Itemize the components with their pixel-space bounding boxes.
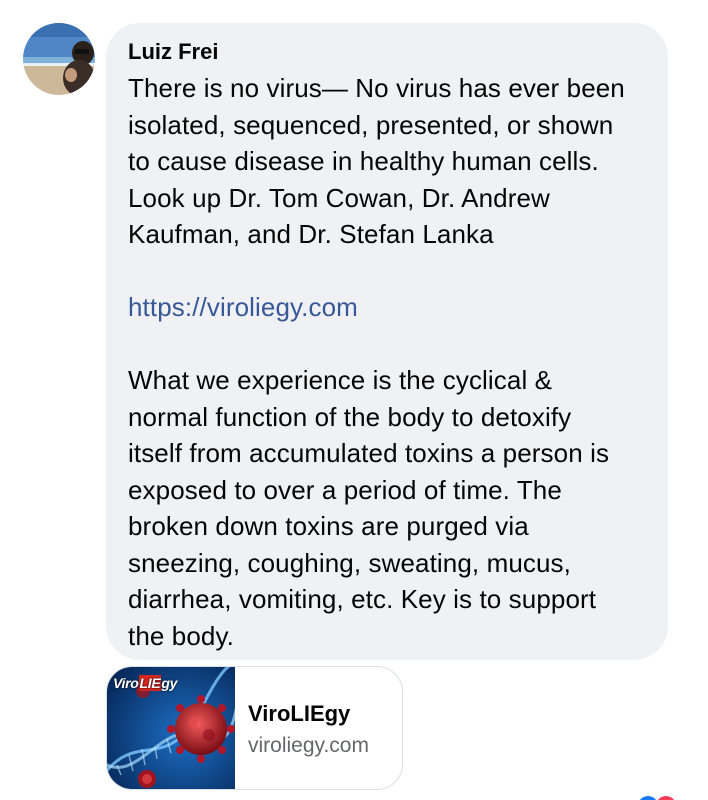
link-preview-title[interactable]: ViroLIEgy (248, 701, 350, 727)
link-preview-card[interactable]: ViroLIEgy ViroLIEgy viroliegy.com (106, 666, 403, 790)
comment-author[interactable]: Luiz Frei (128, 39, 648, 65)
comment-thread: Luiz Frei There is no virus— No virus ha… (0, 0, 708, 800)
avatar-photo-icon (23, 23, 95, 95)
link-preview-thumbnail[interactable]: ViroLIEgy (107, 667, 235, 789)
comment-body: There is no virus— No virus has ever bee… (128, 70, 648, 654)
link-preview-domain: viroliegy.com (248, 734, 369, 757)
comment-paragraph: There is no virus— No virus has ever bee… (128, 73, 625, 249)
comment-bubble: Luiz Frei There is no virus— No virus ha… (106, 23, 668, 660)
thumbnail-logo: ViroLIEgy (113, 675, 178, 691)
comment-paragraph: What we experience is the cyclical & nor… (128, 365, 610, 651)
reaction-icons[interactable] (630, 788, 690, 800)
comment-link[interactable]: https://viroliegy.com (128, 289, 358, 326)
avatar[interactable] (23, 23, 95, 95)
